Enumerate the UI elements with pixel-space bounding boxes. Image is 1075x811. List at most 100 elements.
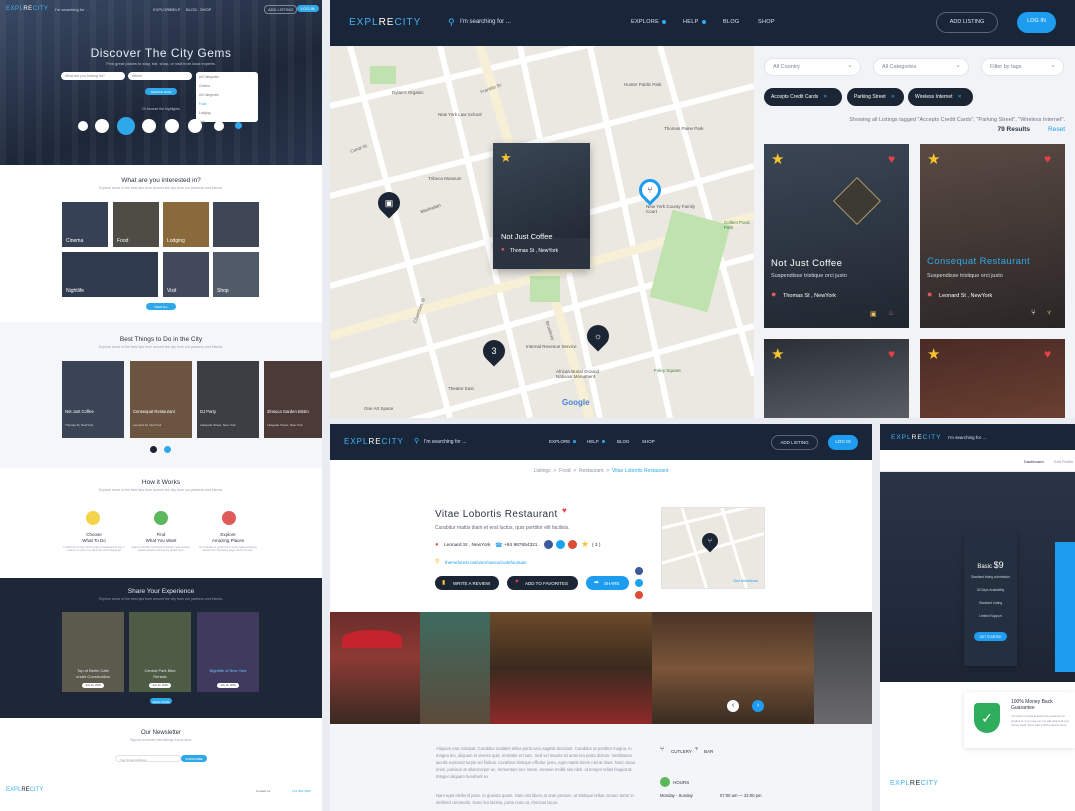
hero-what-input[interactable]: What are you looking for? [61, 72, 125, 80]
gallery-photo[interactable] [420, 612, 490, 724]
facebook-icon[interactable] [635, 567, 643, 575]
nav-blog[interactable]: BLOG [617, 439, 630, 444]
highlight-icon[interactable] [165, 119, 179, 133]
hero-search-button[interactable]: SEARCH NOW [145, 88, 177, 95]
site-logo[interactable]: EXPLRECITY [891, 434, 941, 441]
footer-logo[interactable]: EXPLRECITY [6, 787, 43, 793]
breadcrumb-item[interactable]: Food [559, 468, 570, 474]
map-cluster-marker[interactable]: 3 [478, 335, 510, 367]
gallery-photo[interactable] [490, 612, 652, 724]
highlight-icon[interactable] [78, 121, 88, 131]
home-nav-help[interactable]: HELP [170, 7, 180, 12]
category-tile-visit[interactable]: Visit [163, 252, 209, 297]
category-tile-lodging[interactable]: Lodging [163, 202, 209, 247]
home-nav-shop[interactable]: SHOP [200, 7, 211, 12]
add-listing-button[interactable]: ADD LISTING [771, 435, 818, 450]
google-plus-icon[interactable] [568, 540, 577, 549]
login-button[interactable]: LOG IN [828, 435, 858, 450]
share-button[interactable]: ➦ SHARE [586, 576, 629, 590]
listing-card[interactable]: ★ ♥ Consequat Restaurant Suspendisse tri… [920, 144, 1065, 328]
heart-icon[interactable]: ♥ [1044, 152, 1051, 166]
category-dropdown[interactable]: All Categories Cinema All Categories Foo… [196, 72, 258, 124]
gallery-next-button[interactable]: › [752, 700, 764, 712]
breadcrumb-item[interactable]: Listings [534, 468, 551, 474]
twitter-icon[interactable] [556, 540, 565, 549]
gallery-photo[interactable]: ‹ › [652, 612, 814, 724]
listing-card[interactable]: ★ ♥ Not Just Coffee Suspendisse tristiqu… [764, 144, 909, 328]
gallery-photo[interactable] [814, 612, 872, 724]
read-more-button[interactable]: READ MORE [150, 698, 172, 704]
carousel-dot[interactable] [164, 446, 171, 453]
footer-phone[interactable]: 123-456-7890 [292, 789, 311, 793]
hero-where-input[interactable]: Where [128, 72, 192, 80]
directions-link[interactable]: Get directions [733, 578, 758, 583]
search-input[interactable]: I'm searching for ... [424, 439, 466, 445]
breadcrumb-item[interactable]: Dashboard [1024, 459, 1044, 464]
site-logo[interactable]: EXPLRECITY [349, 17, 421, 28]
map-marker[interactable]: ☼ [582, 320, 614, 352]
listing-card[interactable]: Consequat Restaurant Leonard St, NewYork [130, 361, 192, 438]
highlight-icon[interactable] [95, 119, 109, 133]
carousel-dot[interactable] [150, 446, 157, 453]
nav-explore[interactable]: EXPLORE [549, 439, 577, 444]
category-tile-nightlife[interactable]: Nightlife [62, 252, 158, 297]
remove-chip-icon[interactable]: ✕ [891, 94, 895, 100]
highlight-icon[interactable] [235, 122, 242, 129]
plan-start-button[interactable]: GET STARTED [974, 632, 1007, 641]
tags-filter-select[interactable]: Filter by tags [981, 58, 1064, 76]
google-plus-icon[interactable] [635, 591, 643, 599]
filter-chip[interactable]: Accepts Credit Cards ✕ [764, 88, 842, 106]
add-favorites-button[interactable]: ♥ ADD TO FAVORITES [507, 576, 578, 590]
map-popup-card[interactable]: ★ Not Just Coffee ● Thomas St , NewYork [493, 143, 590, 269]
filter-chip[interactable]: Wireless Internet ✕ [908, 88, 973, 106]
category-tile-lodging-2[interactable] [213, 202, 259, 247]
listings-map[interactable]: Dylan's Organic New York Law School Trib… [330, 46, 754, 418]
site-logo[interactable]: EXPLRECITY [344, 437, 404, 446]
subscribe-button[interactable]: SUBSCRIBE [181, 755, 207, 762]
gallery-prev-button[interactable]: ‹ [727, 700, 739, 712]
dropdown-item[interactable]: All Categories [199, 93, 255, 97]
listing-card[interactable]: ★ ♥ [764, 339, 909, 418]
country-filter-select[interactable]: All Country [764, 58, 861, 76]
search-input[interactable]: I'm searching for ... [460, 19, 511, 25]
remove-chip-icon[interactable]: ✕ [823, 94, 827, 100]
home-login-button[interactable]: LOG IN [297, 5, 319, 12]
listing-card[interactable]: ★ ♥ [920, 339, 1065, 418]
dropdown-item[interactable]: Visit [199, 120, 255, 124]
listing-card[interactable]: Zinsuca Garden Bistro Lafayette Street, N… [264, 361, 322, 438]
category-tile-cinema[interactable]: Cinema [62, 202, 108, 247]
dropdown-item[interactable]: Food [199, 102, 255, 106]
category-tile-shop[interactable]: Shop [213, 252, 259, 297]
category-tile-food[interactable]: Food [113, 202, 159, 247]
twitter-icon[interactable] [635, 579, 643, 587]
heart-icon[interactable]: ♥ [1044, 347, 1051, 361]
experience-card[interactable]: Central Park Bike Rentals July 20, 2018 [129, 612, 191, 692]
newsletter-email-input[interactable]: Your Email Address [115, 755, 181, 762]
pricing-card-featured[interactable] [1055, 542, 1075, 672]
breadcrumb-item[interactable]: Restaurant [579, 468, 603, 474]
home-search-input[interactable]: I'm searching for ... [55, 7, 89, 12]
remove-chip-icon[interactable]: ✕ [958, 94, 962, 100]
listing-card[interactable]: Not Just Coffee Thomas St, NewYork [62, 361, 124, 438]
highlight-icon[interactable] [117, 117, 135, 135]
nav-shop[interactable]: SHOP [642, 439, 655, 444]
nav-help[interactable]: HELP [587, 439, 605, 444]
home-add-listing-button[interactable]: ADD LISTING [264, 5, 298, 14]
dropdown-item[interactable]: Cinema [199, 84, 255, 88]
nav-help[interactable]: HELP [683, 19, 706, 25]
heart-icon[interactable]: ♥ [562, 506, 567, 515]
category-filter-select[interactable]: All Categories [873, 58, 969, 76]
login-button[interactable]: LOG IN [1017, 12, 1056, 33]
filter-chip[interactable]: Parking Street ✕ [847, 88, 904, 106]
search-input[interactable]: I'm searching for ... [948, 435, 986, 440]
view-all-button[interactable]: VIEW ALL [146, 303, 176, 310]
heart-icon[interactable]: ♥ [888, 347, 895, 361]
highlight-icon[interactable] [142, 119, 156, 133]
highlight-icon[interactable] [214, 121, 224, 131]
home-nav-blog[interactable]: BLOG [186, 7, 197, 12]
add-listing-button[interactable]: ADD LISTING [936, 12, 998, 33]
home-logo[interactable]: EXPLRECITY [6, 6, 48, 12]
experience-card[interactable]: Top of Berlin Cafe under Construction July… [62, 612, 124, 692]
experience-card[interactable]: Nightlife of New York July 16, 2018 [197, 612, 259, 692]
footer-logo[interactable]: EXPLRECITY [890, 780, 939, 787]
